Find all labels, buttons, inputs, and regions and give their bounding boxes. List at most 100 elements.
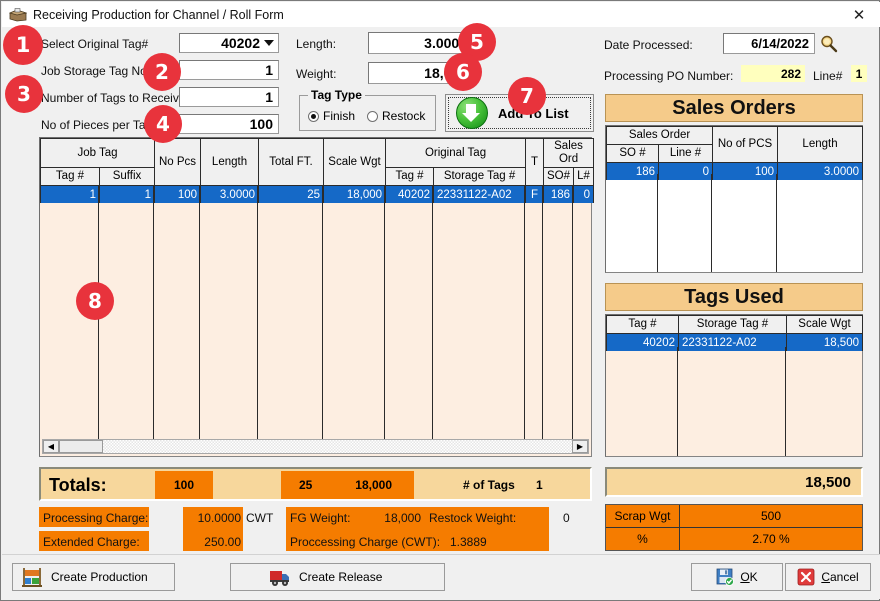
ok-rest: K [749,570,758,584]
grid-group-header-row: Job Tag No Pcs Length Total FT. Scale Wg… [39,138,595,186]
annotation-badge-6: 6 [444,53,482,91]
col-so-length: Length [777,126,864,163]
cell-tag-no: 1 [40,185,100,203]
production-lines-table: Job Tag No Pcs Length Total FT. Scale Wg… [39,138,595,203]
col-length: Length [200,138,260,186]
col-divider [384,186,385,441]
cancel-button[interactable]: Cancel [785,563,871,591]
create-production-label: Create Production [51,570,148,584]
cell-so-length: 3.0000 [777,162,864,180]
number-of-tags-input[interactable]: 1 [179,87,279,107]
scroll-left-icon[interactable]: ◀ [43,440,59,453]
bottom-toolbar: Create Production Create Release O K C a… [2,554,880,599]
table-row[interactable]: 1 1 100 3.0000 25 18,000 40202 22331122-… [40,185,595,203]
totals-scale-wgt: 18,000 [355,478,392,492]
scrap-wgt-label: Scrap Wgt [606,505,680,527]
radio-finish-label: Finish [323,109,356,123]
restock-weight-value: 0 [563,511,570,525]
col-divider [199,186,200,441]
processing-charge-unit: CWT [246,511,274,525]
tu-header-row: Tag # Storage Tag # Scale Wgt [606,315,863,334]
scrollbar-thumb[interactable] [59,440,103,453]
totals-bar: Totals: 100 25 18,000 # of Tags 1 [39,467,592,501]
col-divider [322,186,323,441]
totals-no-pcs: 100 [155,471,213,499]
annotation-badge-2: 2 [143,53,181,91]
cell-l: 0 [573,185,595,203]
group-header-job-tag: Job Tag [39,138,156,168]
job-storage-tag-label: Job Storage Tag No: [41,64,151,78]
grid-horizontal-scrollbar[interactable]: ◀ ▶ [42,439,589,454]
po-number-label: Processing PO Number: [604,69,734,83]
scrap-percent-label: % [606,527,680,550]
select-original-tag-combo[interactable]: 40202 [179,33,279,53]
cell-orig-tag-no: 40202 [385,185,435,203]
tags-used-title: Tags Used [605,283,863,311]
ok-accel: O [740,570,750,584]
scrollbar-track[interactable] [103,440,572,453]
radio-finish[interactable]: Finish [308,109,355,123]
create-release-button[interactable]: Create Release [230,563,445,591]
cell-so-no-of-pcs: 100 [712,162,779,180]
create-release-label: Create Release [299,570,383,584]
col-divider [432,186,433,441]
length-label: Length: [296,37,337,51]
scroll-right-icon[interactable]: ▶ [572,440,588,453]
job-storage-tag-input[interactable]: 1 [179,60,279,80]
close-icon[interactable]: ✕ [842,4,876,25]
magnifier-icon[interactable] [819,34,838,53]
group-header-original-tag: Original Tag [385,138,527,168]
processing-charge-value: 10.0000 [197,511,241,525]
col-divider [657,174,658,272]
table-row[interactable]: 186 0 100 3.0000 [606,162,864,180]
col-total-ft: Total FT. [258,138,325,186]
cancel-rest: ancel [829,570,859,584]
cell-t: F [525,185,545,203]
window-title: Receiving Production for Channel / Roll … [33,7,284,22]
production-lines-grid[interactable]: Job Tag No Pcs Length Total FT. Scale Wg… [39,137,595,457]
ok-button[interactable]: OK [691,563,783,591]
radio-restock-dot[interactable] [367,110,378,122]
pieces-per-tag-input[interactable]: 100 [179,114,279,134]
receiving-production-window: Receiving Production for Channel / Roll … [0,0,880,601]
radio-finish-dot[interactable] [308,110,319,122]
line-label: Line# [813,69,843,83]
sales-orders-grid[interactable]: Sales Order No of PCS Length SO # Line #… [605,125,864,273]
annotation-badge-8: 8 [76,282,114,320]
cell-total-ft: 25 [258,185,325,203]
cell-scale-wgt: 18,000 [323,185,387,203]
totals-num-tags-value: 1 [536,478,543,492]
line-value[interactable]: 1 [851,65,867,82]
cell-so-line: 0 [657,162,714,180]
date-processed-input[interactable]: 6/14/2022 [723,33,815,54]
annotation-badge-3: 3 [5,75,43,113]
chevron-down-icon[interactable] [264,40,274,46]
tags-used-total-bar: 18,500 [605,467,863,497]
table-row[interactable]: 40202 22331122-A02 18,500 [606,333,863,351]
truck-icon [269,567,291,587]
processing-charge-label: Processing Charge: [43,511,149,525]
tag-type-title: Tag Type [308,88,365,102]
extended-charge-value: 250.00 [204,535,241,549]
scrap-percent-value: 2.70 % [752,531,790,546]
tags-used-grid[interactable]: Tag # Storage Tag # Scale Wgt 40202 2233… [605,314,863,457]
col-divider [542,186,543,441]
radio-restock[interactable]: Restock [367,109,425,123]
col-divider [572,186,573,441]
download-arrow-icon [456,97,488,129]
cell-suffix: 1 [98,185,156,203]
col-divider [153,186,154,441]
cell-tu-tag: 40202 [606,333,679,351]
totals-label: Totals: [49,475,107,495]
tags-used-total-value: 18,500 [805,474,851,491]
date-processed-label: Date Processed: [604,38,693,52]
title-bar: Receiving Production for Channel / Roll … [2,2,880,27]
col-tu-scale-wgt: Scale Wgt [786,315,863,334]
processing-charge-cwt-value: 1.3889 [450,535,487,549]
cancel-x-icon [797,568,815,586]
create-production-button[interactable]: Create Production [12,563,175,591]
sales-orders-title: Sales Orders [605,94,863,122]
po-number-value[interactable]: 282 [741,65,805,82]
pieces-per-tag-label: No of Pieces per Tag: [41,118,156,132]
scrap-percent-row: % 2.70 % [606,527,862,550]
